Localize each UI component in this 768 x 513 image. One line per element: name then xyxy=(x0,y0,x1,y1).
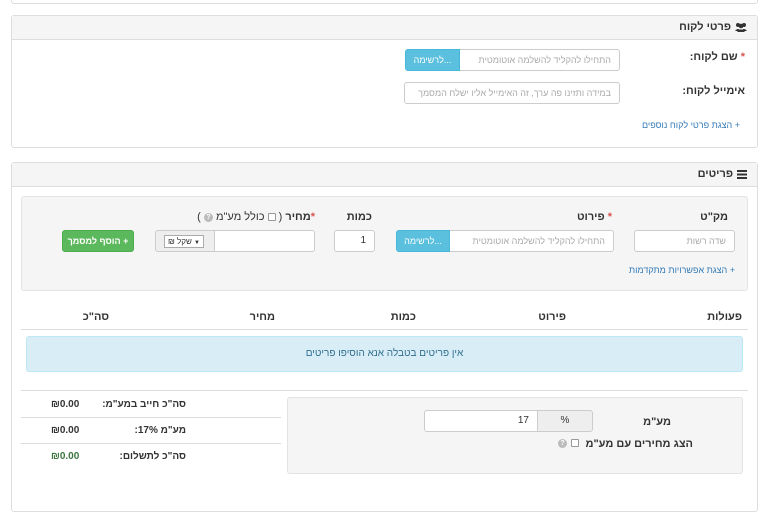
customer-email-input[interactable]: במידה ותזינו פה ערך, זה האימייל אליו ישל… xyxy=(404,82,620,104)
column-actions: פעולות xyxy=(707,311,742,323)
chevron-down-icon: ▼ xyxy=(194,240,200,246)
table-header-divider xyxy=(21,329,748,330)
taxable-total-label: סה"כ חייב במע"מ: xyxy=(102,399,186,410)
quantity-label: כמות xyxy=(346,211,372,223)
column-price: מחיר xyxy=(249,311,275,323)
customer-name-label-text: שם לקוח: xyxy=(689,51,738,63)
totals-row-vat: מע"מ 17%: ₪0.00 xyxy=(21,417,281,443)
show-prices-with-vat-label: הצג מחירים עם מע"מ xyxy=(585,438,693,450)
required-marker: * xyxy=(607,211,612,223)
totals-row-grand: סה"כ לתשלום: ₪0.00 xyxy=(21,443,281,469)
customer-panel-title: פרטי לקוח xyxy=(679,21,747,33)
vat-total-value: ₪0.00 xyxy=(51,425,80,436)
customer-panel-title-text: פרטי לקוח xyxy=(679,21,731,33)
question-icon[interactable]: ? xyxy=(203,212,213,222)
customer-panel-header: פרטי לקוח xyxy=(12,16,757,40)
advanced-options-link[interactable]: + הצגת אפשרויות מתקדמות xyxy=(629,265,735,275)
previous-panel-edge xyxy=(11,0,758,4)
incl-vat-close-paren: ) xyxy=(197,211,201,223)
include-vat-label: כולל מע"מ xyxy=(215,211,265,223)
currency-select[interactable]: ₪ שקל ▼ xyxy=(164,235,204,248)
empty-table-alert: אין פריטים בטבלה אנא הוסיפו פריטים xyxy=(26,336,743,372)
vat-rate-input[interactable]: 17 xyxy=(424,410,538,432)
quantity-input[interactable]: 1 xyxy=(334,230,375,252)
currency-addon: ₪ שקל ▼ xyxy=(155,230,215,252)
customer-name-label: * שם לקוח: xyxy=(690,51,745,63)
description-label: * פירוט xyxy=(577,211,612,223)
percent-addon: % xyxy=(537,410,593,432)
column-description: פירוט xyxy=(538,311,566,323)
totals-row-taxable: סה"כ חייב במע"מ: ₪0.00 xyxy=(21,392,281,418)
vat-label: מע"מ xyxy=(643,416,671,428)
required-marker: * xyxy=(310,211,315,223)
grand-total-value: ₪0.00 xyxy=(51,451,80,462)
table-footer-divider xyxy=(21,390,748,391)
required-marker: * xyxy=(740,51,745,63)
sku-input[interactable]: שדה רשות xyxy=(634,230,735,252)
vat-settings-box xyxy=(287,397,743,474)
show-prices-with-vat-checkbox[interactable] xyxy=(571,439,579,447)
include-vat-checkbox[interactable] xyxy=(267,213,276,222)
description-label-text: פירוט xyxy=(576,211,605,223)
add-to-document-label: הוסף למסמך xyxy=(67,236,121,246)
question-icon[interactable]: ? xyxy=(558,439,567,448)
grand-total-label: סה"כ לתשלום: xyxy=(119,451,186,462)
items-list-button[interactable]: לרשימה... xyxy=(396,230,450,252)
items-panel-title-text: פריטים xyxy=(697,168,733,180)
column-total: סה"כ xyxy=(82,311,109,323)
plus-icon: + xyxy=(123,236,129,246)
customer-email-label: אימייל לקוח: xyxy=(682,85,745,97)
list-icon xyxy=(737,169,747,179)
description-input[interactable]: התחילו להקליד להשלמה אוטומטית xyxy=(449,230,614,252)
taxable-total-value: ₪0.00 xyxy=(51,399,80,410)
more-customer-details-link[interactable]: + הצגת פרטי לקוח נוספים xyxy=(642,120,740,130)
price-input[interactable] xyxy=(214,230,315,252)
items-panel-header: פריטים xyxy=(12,163,757,187)
price-label: *מחיר ( כולל מע"מ ? ) xyxy=(197,211,315,223)
customer-list-button[interactable]: לרשימה... xyxy=(405,49,460,71)
users-icon xyxy=(735,22,747,32)
incl-vat-open-paren: ( xyxy=(278,211,283,223)
column-quantity: כמות xyxy=(390,311,416,323)
add-to-document-button[interactable]: הוסף למסמך + xyxy=(62,230,134,252)
vat-total-label: מע"מ 17%: xyxy=(134,425,186,436)
sku-label: מק"ט xyxy=(700,211,728,223)
price-label-text: מחיר xyxy=(285,211,311,223)
currency-select-value: ₪ שקל xyxy=(168,237,192,246)
customer-name-input[interactable]: התחילו להקליד להשלמה אוטומטית xyxy=(459,49,620,71)
items-panel-title: פריטים xyxy=(698,168,747,180)
